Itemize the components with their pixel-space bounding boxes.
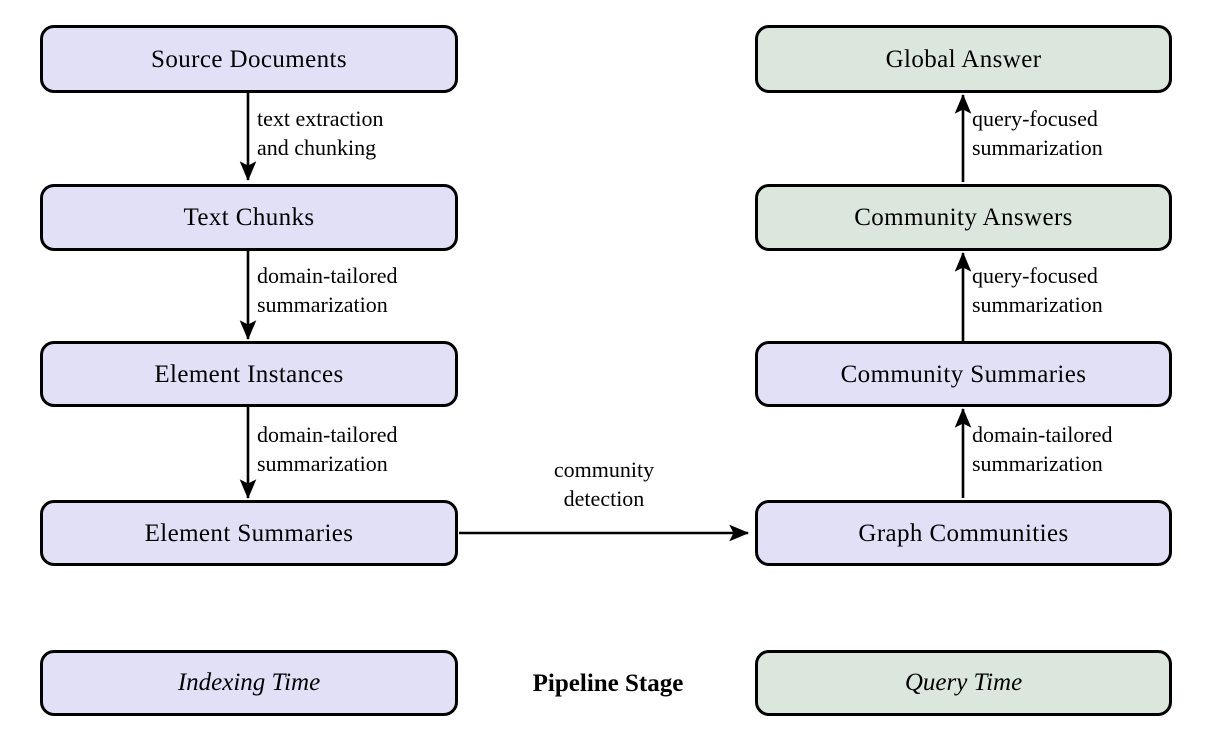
edge-label-domain-tailored-1: domain-tailored summarization <box>257 261 398 319</box>
edge-label-text-extraction-line1: text extraction <box>257 106 384 131</box>
node-source-documents-label: Source Documents <box>151 45 347 73</box>
node-graph-communities[interactable]: Graph Communities <box>755 500 1172 566</box>
node-element-summaries-label: Element Summaries <box>144 519 354 547</box>
edge-label-domain-tailored-3-line2: summarization <box>972 451 1103 477</box>
node-graph-communities-label: Graph Communities <box>858 519 1069 547</box>
edge-label-text-extraction: text extraction and chunking <box>257 104 383 162</box>
node-source-documents[interactable]: Source Documents <box>40 25 458 93</box>
node-element-summaries[interactable]: Element Summaries <box>40 500 458 566</box>
edge-label-query-focused-2-line2: summarization <box>972 135 1103 161</box>
edge-label-domain-tailored-2-line1: domain-tailored <box>257 422 398 447</box>
node-community-answers-label: Community Answers <box>854 204 1073 231</box>
edge-label-text-extraction-line2: and chunking <box>257 135 377 161</box>
edge-label-query-focused-1-line1: query-focused <box>972 263 1098 288</box>
legend-pipeline-stage: Pipeline Stage <box>478 670 738 698</box>
edge-label-query-focused-2: query-focused summarization <box>972 104 1103 162</box>
edge-label-query-focused-2-line1: query-focused <box>972 106 1098 131</box>
edge-label-domain-tailored-1-line2: summarization <box>257 292 388 318</box>
edge-label-domain-tailored-1-line1: domain-tailored <box>257 263 398 288</box>
node-global-answer-label: Global Answer <box>885 45 1042 73</box>
node-text-chunks-label: Text Chunks <box>183 204 315 231</box>
pipeline-diagram: Source Documents Text Chunks Element Ins… <box>0 0 1208 753</box>
edge-label-query-focused-1-line2: summarization <box>972 292 1103 318</box>
edge-label-community-detection-line2: detection <box>563 486 645 512</box>
edge-label-community-detection-line1: community <box>553 457 655 482</box>
node-element-instances-label: Element Instances <box>154 360 344 388</box>
edge-label-query-focused-1: query-focused summarization <box>972 261 1103 319</box>
node-global-answer[interactable]: Global Answer <box>755 25 1172 93</box>
edge-label-domain-tailored-3: domain-tailored summarization <box>972 420 1113 478</box>
node-community-summaries-label: Community Summaries <box>840 360 1087 388</box>
legend-query-time: Query Time <box>755 650 1172 716</box>
edge-label-domain-tailored-3-line1: domain-tailored <box>972 422 1113 447</box>
node-text-chunks[interactable]: Text Chunks <box>40 184 458 251</box>
node-community-summaries[interactable]: Community Summaries <box>755 341 1172 407</box>
legend-query-time-label: Query Time <box>904 669 1023 696</box>
node-community-answers[interactable]: Community Answers <box>755 184 1172 251</box>
legend-indexing-time-label: Indexing Time <box>177 669 321 696</box>
edge-label-community-detection: community detection <box>519 455 689 513</box>
edge-label-domain-tailored-2-line2: summarization <box>257 451 388 477</box>
edge-label-domain-tailored-2: domain-tailored summarization <box>257 420 398 478</box>
node-element-instances[interactable]: Element Instances <box>40 341 458 407</box>
legend-indexing-time: Indexing Time <box>40 650 458 716</box>
legend-pipeline-stage-label: Pipeline Stage <box>532 670 684 697</box>
